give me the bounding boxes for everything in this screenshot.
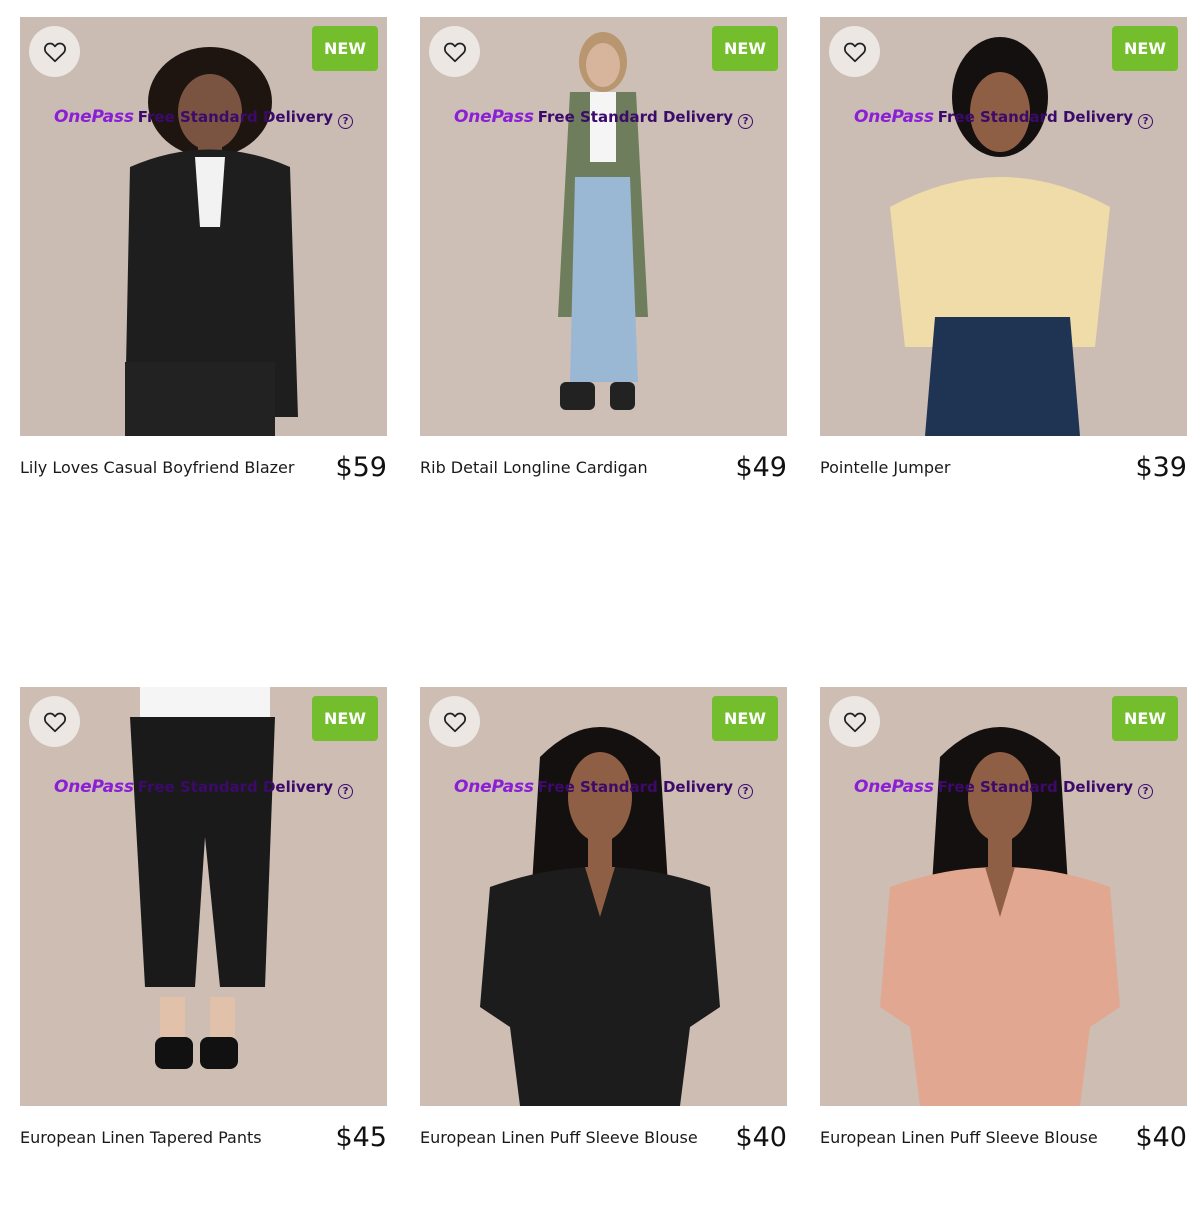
product-image[interactable]: NEW (820, 687, 1187, 1106)
product-name[interactable]: Lily Loves Casual Boyfriend Blazer (20, 458, 294, 477)
sandal-right (200, 1037, 238, 1069)
product-name[interactable]: Pointelle Jumper (820, 458, 950, 477)
ankle-left (160, 997, 185, 1042)
product-name[interactable]: European Linen Tapered Pants (20, 1128, 262, 1147)
product-image[interactable]: NEW (420, 687, 787, 1106)
face (586, 43, 620, 87)
product-image[interactable]: NEW (20, 17, 387, 436)
heart-outline-icon (43, 42, 66, 62)
product-card[interactable]: NEW Rib Detail Longline Cardigan $49 One… (420, 17, 787, 496)
free-delivery-text: Free Standard Delivery (937, 108, 1134, 126)
product-info: Rib Detail Longline Cardigan $49 (420, 436, 787, 496)
neck (588, 837, 612, 867)
product-card[interactable]: NEW European Linen Puff Sleeve Blouse $4… (820, 687, 1187, 1166)
product-price: $39 (1135, 452, 1187, 483)
product-image[interactable]: NEW (20, 687, 387, 1106)
boot-left (560, 382, 595, 410)
onepass-logo: OnePass (453, 107, 534, 127)
new-badge: NEW (312, 26, 378, 71)
product-info: Pointelle Jumper $39 (820, 436, 1187, 496)
product-image[interactable]: NEW (420, 17, 787, 436)
onepass-logo: OnePass (453, 777, 534, 797)
product-price: $49 (735, 452, 787, 483)
product-name[interactable]: European Linen Puff Sleeve Blouse (420, 1128, 698, 1147)
onepass-logo: OnePass (853, 777, 934, 797)
onepass-delivery: OnePass Free Standard Delivery? (820, 777, 1187, 799)
product-card[interactable]: NEW Pointelle Jumper $39 OnePass Free Sta… (820, 17, 1187, 496)
boot-right (610, 382, 635, 410)
free-delivery-text: Free Standard Delivery (137, 778, 334, 796)
white-top (140, 687, 270, 722)
jeans (925, 317, 1080, 436)
new-badge: NEW (312, 696, 378, 741)
heart-outline-icon (443, 712, 466, 732)
product-price: $45 (335, 1122, 387, 1153)
onepass-logo: OnePass (853, 107, 934, 127)
onepass-logo: OnePass (53, 107, 134, 127)
heart-outline-icon (843, 712, 866, 732)
onepass-delivery: OnePass Free Standard Delivery? (20, 777, 387, 799)
heart-outline-icon (43, 712, 66, 732)
wishlist-button[interactable] (429, 26, 480, 77)
question-circle-icon[interactable]: ? (738, 114, 754, 129)
wishlist-button[interactable] (429, 696, 480, 747)
heart-outline-icon (443, 42, 466, 62)
product-card[interactable]: NEW European Linen Puff Sleeve Blouse $4… (420, 687, 787, 1166)
wishlist-button[interactable] (29, 26, 80, 77)
product-card[interactable]: NEW Lily Loves Casual Boyfriend Blazer $… (20, 17, 387, 496)
heart-outline-icon (843, 42, 866, 62)
product-info: European Linen Tapered Pants $45 (20, 1106, 387, 1166)
ankle-right (210, 997, 235, 1042)
product-card[interactable]: NEW European Linen Tapered Pants $45 One… (20, 687, 387, 1166)
product-name[interactable]: Rib Detail Longline Cardigan (420, 458, 648, 477)
product-info: Lily Loves Casual Boyfriend Blazer $59 (20, 436, 387, 496)
new-badge: NEW (712, 26, 778, 71)
free-delivery-text: Free Standard Delivery (537, 108, 734, 126)
product-photo[interactable] (820, 17, 1187, 436)
product-info: European Linen Puff Sleeve Blouse $40 (820, 1106, 1187, 1166)
onepass-logo: OnePass (53, 777, 134, 797)
product-photo[interactable] (420, 17, 787, 436)
free-delivery-text: Free Standard Delivery (137, 108, 334, 126)
question-circle-icon[interactable]: ? (1138, 114, 1154, 129)
product-image[interactable]: NEW (820, 17, 1187, 436)
question-circle-icon[interactable]: ? (1138, 784, 1154, 799)
product-price: $40 (735, 1122, 787, 1153)
jeans (570, 177, 638, 382)
wishlist-button[interactable] (829, 696, 880, 747)
new-badge: NEW (712, 696, 778, 741)
product-photo[interactable] (20, 687, 387, 1106)
trousers (125, 362, 275, 436)
wishlist-button[interactable] (29, 696, 80, 747)
free-delivery-text: Free Standard Delivery (537, 778, 734, 796)
question-circle-icon[interactable]: ? (338, 114, 354, 129)
product-price: $59 (335, 452, 387, 483)
product-photo[interactable] (820, 687, 1187, 1106)
new-badge: NEW (1112, 696, 1178, 741)
product-photo[interactable] (20, 17, 387, 436)
product-name[interactable]: European Linen Puff Sleeve Blouse (820, 1128, 1098, 1147)
onepass-delivery: OnePass Free Standard Delivery? (420, 777, 787, 799)
onepass-delivery: OnePass Free Standard Delivery? (420, 107, 787, 129)
sandal-left (155, 1037, 193, 1069)
product-price: $40 (1135, 1122, 1187, 1153)
new-badge: NEW (1112, 26, 1178, 71)
question-circle-icon[interactable]: ? (338, 784, 354, 799)
onepass-delivery: OnePass Free Standard Delivery? (20, 107, 387, 129)
product-photo[interactable] (420, 687, 787, 1106)
onepass-delivery: OnePass Free Standard Delivery? (820, 107, 1187, 129)
question-circle-icon[interactable]: ? (738, 784, 754, 799)
free-delivery-text: Free Standard Delivery (937, 778, 1134, 796)
neck (988, 837, 1012, 867)
white-top (195, 157, 225, 227)
wishlist-button[interactable] (829, 26, 880, 77)
product-info: European Linen Puff Sleeve Blouse $40 (420, 1106, 787, 1166)
